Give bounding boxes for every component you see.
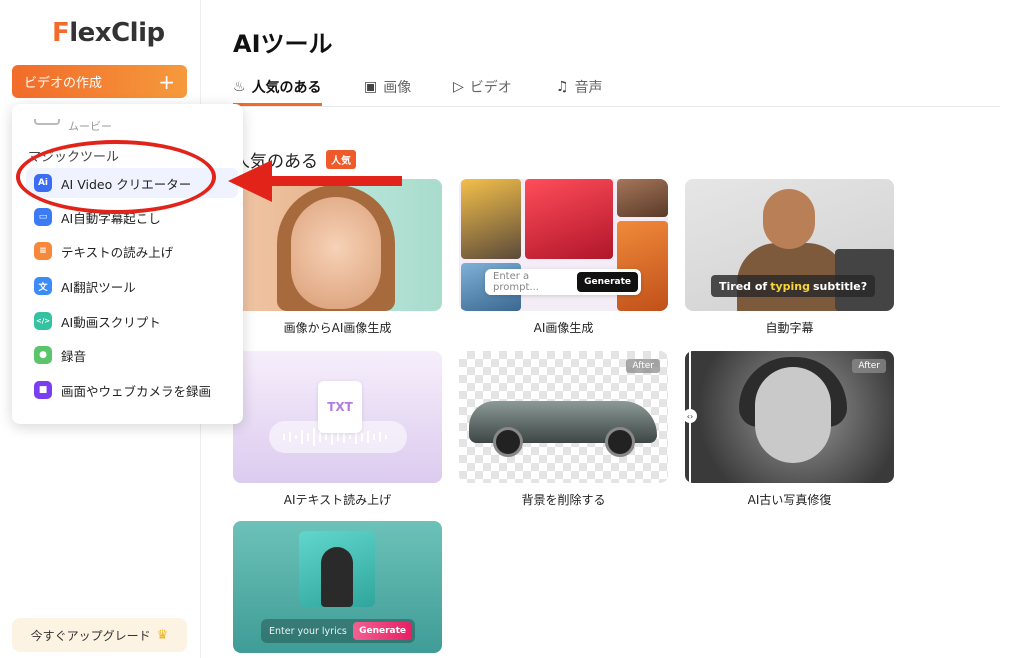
card-thumbnail: Enter your lyrics Generate [233,521,442,653]
lyrics-input[interactable]: Enter your lyrics Generate [261,619,415,643]
after-badge: After [626,359,660,373]
card-thumbnail: Tired of typing subtitle? [685,179,894,311]
card-label: AIテキスト読み上げ [283,493,392,507]
tab-label: 画像 [383,80,412,96]
card-thumbnail: Enter a prompt... Generate [459,179,668,311]
movie-icon [34,119,60,125]
prompt-placeholder: Enter a prompt... [493,271,539,293]
image-icon: ▣ [364,79,378,95]
tool-card-ai-music[interactable]: Enter your lyrics Generate [233,521,442,653]
tab-label: 音声 [574,80,603,96]
sample-image [617,179,668,217]
tab-label: 人気のある [251,79,322,96]
man-head-shape [763,189,815,249]
tab-label: ビデオ [469,80,512,96]
singer-shape [321,547,353,607]
dropdown-item-ai-video-script[interactable]: </> AI動画スクリプト [26,306,238,336]
sample-image [525,179,613,259]
pointer-arrow-icon [228,160,402,202]
dropdown-item-ai-auto-subtitle[interactable]: ▭ AI自動字幕起こし [26,202,238,232]
card-label: AI古い写真修復 [747,493,832,507]
tab-image[interactable]: ▣ 画像 [364,70,411,104]
dropdown-item-label: テキストの読み上げ [61,244,174,260]
card-thumbnail: After [459,351,668,483]
tool-card-remove-background[interactable]: After 背景を削除する [459,351,668,508]
card-label: 画像からAI画像生成 [283,321,392,335]
logo-text: lexClip [69,18,165,48]
upgrade-label: 今すぐアップグレード [30,628,151,643]
woman-face-shape [755,367,831,463]
dropdown-section-magic-tools: マジックツール [28,150,120,165]
tab-popular[interactable]: ♨ 人気のある [233,70,322,106]
dropdown-item-label: 録音 [61,348,87,364]
dropdown-item-label: AI Video クリエーター [61,176,192,192]
page-title: AIツール [233,30,333,58]
car-wheel-shape [605,427,635,457]
tool-card-ai-image-generator[interactable]: Enter a prompt... Generate AI画像生成 [459,179,668,336]
category-tabs: ♨ 人気のある ▣ 画像 ▷ ビデオ ♫ 音声 [233,70,1000,107]
dropdown-item-ai-translate[interactable]: 文 AI翻訳ツール [26,271,238,301]
sample-image [461,179,521,259]
plus-icon: + [158,69,175,94]
upgrade-button[interactable]: 今すぐアップグレード ♛ [12,618,187,652]
dropdown-item-label: AI自動字幕起こし [61,210,161,226]
card-label: 背景を削除する [521,493,606,507]
music-icon: ♫ [556,79,569,95]
subtitle-text-post: subtitle? [813,279,868,293]
logo-initial: F [52,18,70,48]
tab-video[interactable]: ▷ ビデオ [453,70,512,104]
tool-card-auto-subtitle[interactable]: Tired of typing subtitle? 自動字幕 [685,179,894,336]
script-icon: </> [34,312,52,330]
dropdown-item-label: 画面やウェブカメラを録画 [61,383,212,399]
dropdown-item-ai-video-creator[interactable]: Ai AI Video クリエーター [26,168,238,198]
subtitle-overlay: Tired of typing subtitle? [711,275,876,297]
flexclip-logo[interactable]: FlexClip [52,18,165,48]
girl-face-shape [291,197,381,309]
card-thumbnail: TXT [233,351,442,483]
dropdown-item-screen-record[interactable]: ■ 画面やウェブカメラを録画 [26,375,238,405]
dropdown-item-label: AI動画スクリプト [61,314,161,330]
card-thumbnail: ‹› After [685,351,894,483]
dropdown-item-movie-label: ムービー [68,120,112,133]
dropdown-item-label: AI翻訳ツール [61,279,136,295]
tool-card-image-to-image[interactable]: 画像からAI画像生成 [233,179,442,336]
mic-icon: ● [34,346,52,364]
tab-audio[interactable]: ♫ 音声 [556,70,603,104]
translate-icon: 文 [34,277,52,295]
txt-file-icon: TXT [318,381,362,433]
card-label: 自動字幕 [765,321,814,335]
dropdown-item-text-to-speech[interactable]: ≡ テキストの読み上げ [26,236,238,266]
subtitle-text-pre: Tired of [719,279,768,293]
tool-card-ai-text-to-speech[interactable]: TXT AIテキスト読み上げ [233,351,442,508]
subtitle-highlight: typing [770,279,810,293]
subtitle-icon: ▭ [34,208,52,226]
screen-record-icon: ■ [34,381,52,399]
crown-icon: ♛ [156,627,169,643]
lyrics-placeholder: Enter your lyrics [269,625,347,637]
create-video-label: ビデオの作成 [24,76,103,91]
tts-icon: ≡ [34,242,52,260]
after-badge: After [852,359,886,373]
create-dropdown-menu: ムービー マジックツール Ai AI Video クリエーター ▭ AI自動字幕… [12,104,243,424]
ai-video-icon: Ai [34,174,52,192]
prompt-input[interactable]: Enter a prompt... Generate [485,269,641,295]
generate-button[interactable]: Generate [353,622,412,640]
tool-card-old-photo-restore[interactable]: ‹› After AI古い写真修復 [685,351,894,508]
dropdown-item-record-audio[interactable]: ● 録音 [26,340,238,370]
sample-image [617,221,668,311]
create-video-button[interactable]: ビデオの作成 + [12,65,187,98]
generate-button[interactable]: Generate [577,272,638,292]
dropdown-item-movie[interactable]: ムービー [34,118,112,134]
flame-icon: ♨ [233,78,246,95]
card-label: AI画像生成 [533,321,594,335]
video-icon: ▷ [453,79,464,95]
compare-handle-icon[interactable]: ‹› [685,409,697,423]
car-wheel-shape [493,427,523,457]
